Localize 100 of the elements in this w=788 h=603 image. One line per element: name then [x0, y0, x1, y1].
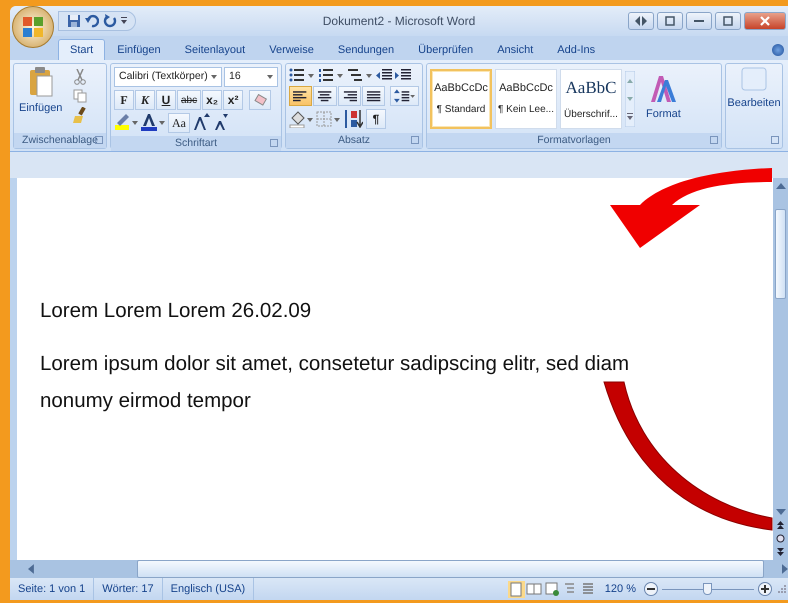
align-right-button[interactable]	[338, 86, 361, 106]
vertical-scrollbar[interactable]	[773, 178, 788, 560]
format-painter-icon[interactable]	[73, 107, 88, 123]
window-button[interactable]	[628, 12, 654, 30]
window-title: Dokument2 - Microsoft Word	[322, 13, 476, 30]
group-label: Absatz	[286, 133, 422, 148]
status-item[interactable]: Seite: 1 von 1	[10, 578, 94, 600]
alignment-icon	[317, 89, 332, 103]
ribbon-tab[interactable]: Überprüfen	[406, 38, 486, 60]
eraser-icon	[253, 93, 268, 107]
previous-page-icon[interactable]	[776, 521, 785, 530]
reading-layout-button[interactable]	[526, 580, 543, 598]
style-item[interactable]: AaBbC Überschrif...	[560, 68, 622, 128]
arrows-icon	[635, 16, 647, 26]
italic-button[interactable]: K	[135, 90, 155, 110]
slider-thumb[interactable]	[703, 583, 712, 595]
ribbon-tab[interactable]: Add-Ins	[545, 38, 608, 60]
bullets-icon[interactable]	[289, 67, 315, 83]
group-label: Zwischenablage	[14, 133, 106, 148]
save-icon[interactable]	[67, 14, 81, 28]
alignment-icon	[293, 89, 308, 103]
zoom-level[interactable]: 120 %	[604, 580, 636, 598]
alignment-icon	[342, 89, 357, 103]
scroll-thumb[interactable]	[136, 560, 764, 578]
font-size-field[interactable]: 16	[224, 67, 278, 87]
paste-button[interactable]: Einfügen	[17, 67, 64, 116]
change-styles-button[interactable]: Format	[644, 74, 683, 123]
document-paragraph: Lorem Lorem Lorem 26.02.09	[40, 298, 312, 324]
shrink-font-icon[interactable]	[212, 113, 228, 131]
highlight-icon[interactable]	[114, 113, 138, 131]
view-icon	[544, 581, 560, 597]
styles-icon	[649, 74, 678, 104]
zoom-out-button[interactable]	[644, 582, 658, 596]
ribbon-tab[interactable]: Sendungen	[326, 38, 406, 60]
change-case-button[interactable]: Aa	[168, 113, 190, 133]
customize-icon[interactable]	[121, 17, 127, 25]
numbering-icon[interactable]	[318, 67, 344, 83]
scroll-arrows-icon[interactable]	[625, 70, 635, 126]
font-color-icon[interactable]	[140, 113, 166, 131]
ribbon-tab[interactable]: Ansicht	[485, 38, 546, 60]
left-arrow-icon[interactable]	[28, 564, 34, 574]
close-icon	[760, 16, 770, 26]
minimize-button[interactable]	[686, 12, 712, 30]
dropdown-icon	[211, 75, 217, 79]
plus-icon	[761, 584, 769, 593]
clear-format-button[interactable]	[249, 90, 272, 110]
shading-icon[interactable]	[289, 110, 313, 128]
style-item[interactable]: AaBbCcDc ¶ Standard	[430, 68, 492, 128]
right-arrow-icon[interactable]	[782, 564, 788, 574]
ribbon-tab[interactable]: Seitenlayout	[172, 38, 258, 60]
bold-button[interactable]: F	[114, 90, 134, 110]
cut-icon[interactable]	[73, 69, 88, 85]
font-name-field[interactable]: Calibri (Textkörper)	[114, 67, 222, 87]
view-icon	[526, 581, 542, 597]
up-arrow-icon[interactable]	[776, 183, 786, 189]
logo-icon	[22, 16, 44, 38]
minimize-icon	[694, 19, 704, 23]
subscript-button[interactable]: x₂	[202, 90, 222, 110]
style-item[interactable]: AaBbCcDc ¶ Kein Lee...	[495, 68, 557, 128]
redo-icon[interactable]	[103, 14, 117, 28]
group-label: Formatvorlagen	[427, 133, 721, 148]
view-icon	[508, 581, 524, 597]
underline-button[interactable]: U	[156, 90, 176, 110]
status-item[interactable]: Englisch (USA)	[162, 578, 254, 600]
show-formatting-button[interactable]: ¶	[366, 109, 386, 129]
close-button[interactable]	[744, 12, 786, 30]
grow-font-icon[interactable]	[192, 113, 210, 131]
clipboard-icon	[28, 67, 53, 97]
help-icon[interactable]	[772, 44, 784, 56]
window-button[interactable]	[657, 12, 683, 30]
center-button[interactable]	[313, 86, 336, 106]
align-left-button[interactable]	[289, 86, 312, 106]
horizontal-scrollbar[interactable]	[10, 560, 788, 578]
borders-icon[interactable]	[316, 110, 340, 128]
multilevel-list-icon[interactable]	[347, 67, 373, 83]
ribbon-tab[interactable]: Verweise	[257, 38, 326, 60]
web-layout-button[interactable]	[544, 580, 561, 598]
zoom-slider[interactable]	[662, 582, 754, 596]
superscript-button[interactable]: x²	[223, 90, 244, 110]
ribbon-tab[interactable]: Start	[58, 38, 106, 60]
line-spacing-button[interactable]	[390, 86, 419, 106]
undo-icon[interactable]	[85, 14, 99, 28]
down-arrow-icon[interactable]	[776, 509, 786, 515]
browse-object-icon[interactable]	[776, 534, 785, 543]
print-layout-button[interactable]	[508, 580, 525, 598]
maximize-icon	[723, 16, 733, 26]
status-item[interactable]: Wörter: 17	[94, 578, 163, 600]
resize-grip-icon[interactable]	[778, 585, 786, 593]
document-paragraph: Lorem ipsum dolor sit amet, consetetur sadipscing elitr, sed diam nonumy eirmod tempor	[40, 351, 630, 414]
justify-button[interactable]	[362, 86, 385, 106]
next-page-icon[interactable]	[776, 547, 785, 556]
alignment-icon	[366, 89, 381, 103]
scroll-thumb[interactable]	[775, 209, 786, 299]
dropdown-icon	[267, 75, 273, 79]
maximize-button[interactable]	[715, 12, 741, 30]
sort-icon[interactable]	[343, 110, 363, 128]
copy-icon[interactable]	[73, 89, 88, 103]
zoom-in-button[interactable]	[758, 582, 772, 596]
ribbon-tab[interactable]: Einfügen	[105, 38, 173, 60]
strikethrough-button[interactable]: abc	[177, 90, 202, 110]
